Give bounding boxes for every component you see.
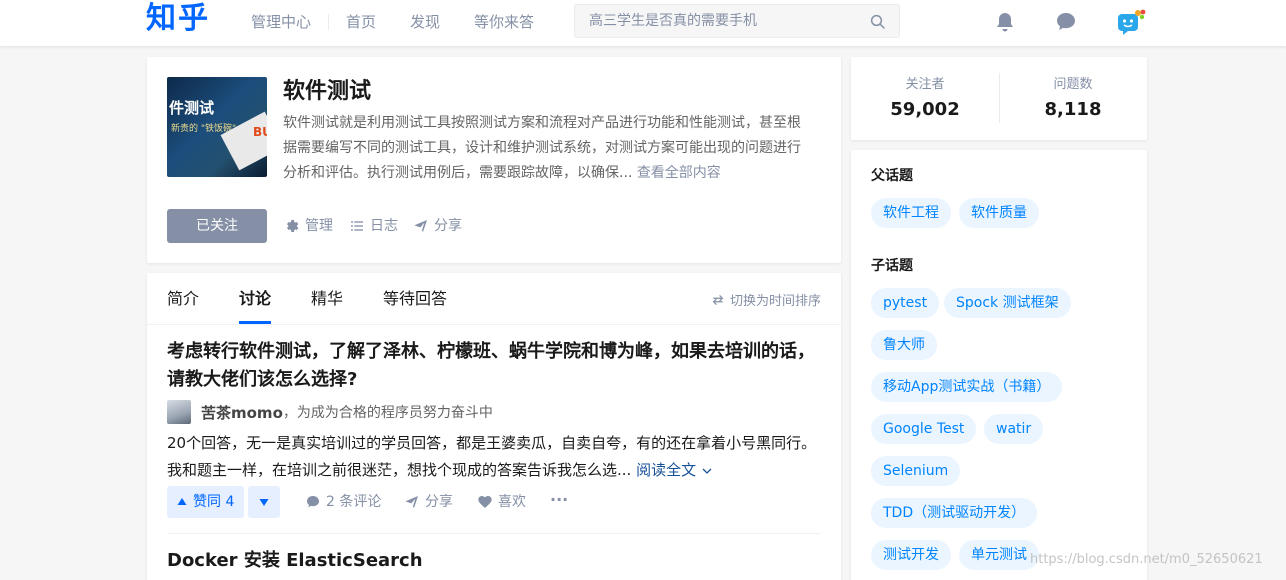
child-tag-tdd[interactable]: TDD（测试驱动开发）	[871, 498, 1038, 528]
manage-label: 管理	[305, 218, 333, 234]
message-bubble-icon[interactable]	[1054, 10, 1078, 34]
tab-featured[interactable]: 精华	[311, 288, 343, 310]
swap-arrows-icon	[712, 294, 724, 305]
search-icon[interactable]	[869, 13, 887, 31]
more-options-button[interactable]: ···	[550, 491, 568, 509]
followers-count: 59,002	[890, 99, 960, 120]
watermark: https://blog.csdn.net/m0_52650621	[1030, 552, 1263, 567]
author-bio: ，为成为合格的程序员努力奋斗中	[282, 405, 493, 421]
nav-admin-center[interactable]: 管理中心	[251, 12, 311, 32]
question-title-2[interactable]: Docker 安装 ElasticSearch	[167, 547, 827, 575]
child-tag-spock[interactable]: Spock 测试框架	[944, 288, 1071, 318]
topic-image: 件测试 新贵的 "铁饭碗" BU	[167, 77, 267, 177]
sort-label: 切换为时间排序	[729, 294, 821, 309]
sort-toggle[interactable]: 切换为时间排序	[711, 290, 821, 309]
top-header: 知乎 管理中心 首页 发现 等你来答	[0, 0, 1286, 46]
child-tag-selenium[interactable]: Selenium	[871, 456, 961, 486]
feed-card: 简介 讨论 精华 等待回答 切换为时间排序 考虑转行软件测试，了解了泽林、柠檬班…	[147, 273, 841, 580]
comments-button[interactable]: 2 条评论	[305, 493, 381, 511]
share-answer-button[interactable]: 分享	[404, 493, 453, 511]
downvote-button[interactable]	[248, 486, 280, 518]
search-box	[574, 4, 900, 38]
nav-home[interactable]: 首页	[346, 12, 376, 32]
avatar[interactable]	[167, 400, 191, 424]
nav-explore[interactable]: 发现	[410, 12, 440, 32]
active-tab-indicator	[239, 321, 271, 324]
topic-title: 软件测试	[283, 79, 372, 104]
author-name[interactable]: 苦茶momo	[201, 402, 283, 423]
notification-bell-icon[interactable]	[993, 10, 1017, 34]
questions-stat[interactable]: 问题数 8,118	[999, 75, 1147, 125]
tab-waiting-answers[interactable]: 等待回答	[383, 288, 447, 310]
followers-label: 关注者	[905, 77, 945, 92]
read-more-link[interactable]: 阅读全文	[636, 461, 713, 479]
child-tag-ludashi[interactable]: 鲁大师	[871, 330, 937, 360]
answer-excerpt-text: 20个回答，无一是真实培训过的学员回答，都是王婆卖瓜，自卖自夸，有的还在拿着小号…	[167, 434, 817, 479]
share-topic-button[interactable]: 分享	[413, 217, 462, 235]
share-answer-label: 分享	[425, 494, 453, 510]
zhihu-logo[interactable]: 知乎	[146, 0, 210, 40]
log-label: 日志	[370, 218, 398, 234]
related-topics-card: 父话题 软件工程 软件质量 子话题 pytest Spock 测试框架 鲁大师 …	[851, 150, 1147, 580]
topic-card: 件测试 新贵的 "铁饭碗" BU 软件测试 软件测试就是利用测试工具按照测试方案…	[147, 57, 841, 263]
answer-excerpt[interactable]: 20个回答，无一是真实培训过的学员回答，都是王婆卖瓜，自卖自夸，有的还在拿着小号…	[167, 430, 827, 484]
nav-divider	[328, 14, 329, 30]
divider	[167, 533, 821, 534]
paper-plane-icon	[405, 496, 418, 508]
chevron-down-icon	[702, 468, 712, 474]
comment-icon	[307, 496, 319, 508]
child-tag-google-test[interactable]: Google Test	[871, 414, 977, 444]
child-tag-unit-testing[interactable]: 单元测试	[959, 540, 1039, 570]
tab-discussion[interactable]: 讨论	[239, 288, 271, 310]
heart-icon	[478, 496, 492, 508]
followed-button[interactable]: 已关注	[167, 209, 267, 243]
upvote-label: 赞同 4	[193, 494, 235, 510]
child-tag-test-development[interactable]: 测试开发	[871, 540, 951, 570]
log-button[interactable]: 日志	[349, 217, 398, 235]
search-input[interactable]	[575, 5, 865, 37]
triangle-up-icon	[177, 498, 187, 505]
topic-description-text: 软件测试就是利用测试工具按照测试方案和流程对产品进行功能和性能测试，甚至根据需要…	[283, 115, 801, 181]
child-tag-watir[interactable]: watir	[984, 414, 1044, 444]
topic-description: 软件测试就是利用测试工具按照测试方案和流程对产品进行功能和性能测试，甚至根据需要…	[283, 111, 813, 186]
parent-tag-software-quality[interactable]: 软件质量	[959, 198, 1039, 228]
upvote-button[interactable]: 赞同 4	[167, 486, 245, 518]
list-icon	[351, 221, 363, 231]
topic-image-badge: BU	[253, 125, 267, 139]
author-info: 苦茶momo ，为成为合格的程序员努力奋斗中	[167, 400, 493, 424]
gear-icon	[287, 220, 299, 232]
followers-stat[interactable]: 关注者 59,002	[851, 75, 999, 125]
read-more-label: 阅读全文	[636, 461, 697, 479]
user-avatar-icon[interactable]	[1117, 8, 1147, 36]
questions-count: 8,118	[1044, 99, 1102, 120]
tab-intro[interactable]: 简介	[167, 288, 199, 310]
questions-label: 问题数	[1053, 77, 1093, 92]
like-label: 喜欢	[498, 494, 526, 510]
parent-tag-software-engineering[interactable]: 软件工程	[871, 198, 951, 228]
child-tag-mobile-app-testing[interactable]: 移动App测试实战（书籍）	[871, 372, 1063, 402]
topic-stats-card: 关注者 59,002 问题数 8,118	[851, 57, 1147, 140]
topic-tabs: 简介 讨论 精华 等待回答 切换为时间排序	[147, 273, 841, 325]
comments-label: 2 条评论	[326, 494, 382, 510]
share-label: 分享	[434, 218, 462, 234]
child-tag-pytest[interactable]: pytest	[871, 288, 940, 318]
nav-waiting-answers[interactable]: 等你来答	[474, 12, 534, 32]
paper-plane-icon	[414, 220, 427, 232]
manage-button[interactable]: 管理	[284, 217, 333, 235]
child-topics-title: 子话题	[871, 258, 913, 274]
question-title[interactable]: 考虑转行软件测试，了解了泽林、柠檬班、蜗牛学院和博为峰，如果去培训的话，请教大佬…	[167, 338, 827, 394]
like-button[interactable]: 喜欢	[477, 493, 526, 511]
parent-topics-title: 父话题	[871, 168, 913, 184]
read-all-link[interactable]: 查看全部内容	[637, 165, 721, 181]
triangle-down-icon	[259, 499, 269, 506]
topic-image-text: 件测试	[169, 99, 215, 117]
